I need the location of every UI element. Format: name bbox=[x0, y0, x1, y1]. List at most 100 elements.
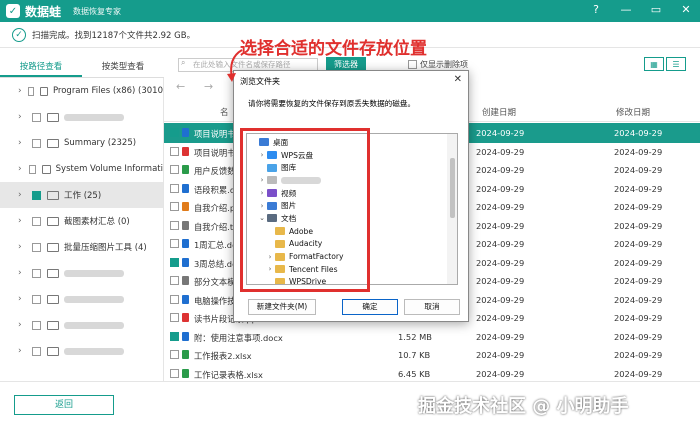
sidebar-item[interactable]: › bbox=[0, 338, 163, 364]
only-deleted-checkbox[interactable] bbox=[408, 60, 417, 69]
dialog-scrollbar[interactable] bbox=[447, 134, 457, 284]
chevron-right-icon[interactable]: › bbox=[18, 138, 28, 148]
sidebar-item[interactable]: › 批量压缩图片工具 (4) bbox=[0, 234, 163, 260]
sidebar-checkbox[interactable] bbox=[32, 320, 41, 330]
row-checkbox[interactable] bbox=[170, 331, 179, 341]
chevron-right-icon[interactable]: › bbox=[18, 320, 28, 330]
row-checkbox[interactable] bbox=[170, 276, 179, 285]
file-modified: 2024-09-29 bbox=[614, 165, 663, 175]
sidebar-item[interactable]: › Program Files (x86) (3010 bbox=[0, 78, 163, 104]
chevron-right-icon[interactable]: › bbox=[18, 216, 28, 226]
sidebar-checkbox[interactable] bbox=[32, 346, 41, 356]
file-icon bbox=[182, 350, 189, 359]
file-name: 部分文本模 bbox=[194, 277, 236, 287]
file-created: 2024-09-29 bbox=[476, 368, 525, 379]
row-checkbox[interactable] bbox=[170, 350, 179, 359]
row-checkbox[interactable] bbox=[170, 294, 179, 304]
forward-arrow-icon[interactable]: → bbox=[204, 80, 213, 93]
only-deleted-label: 仅显示删除项 bbox=[420, 60, 468, 69]
row-checkbox[interactable] bbox=[170, 368, 179, 378]
file-created: 2024-09-29 bbox=[476, 202, 525, 212]
help-icon[interactable]: ? bbox=[588, 3, 604, 16]
dialog-description: 请你将需要恢复的文件保存到原丢失数据的磁盘。 bbox=[248, 99, 416, 108]
sidebar-item[interactable]: › bbox=[0, 312, 163, 338]
file-icon bbox=[182, 128, 189, 137]
maximize-icon[interactable]: ▭ bbox=[648, 3, 664, 16]
folder-icon bbox=[41, 164, 51, 174]
column-created[interactable]: 创建日期 bbox=[482, 106, 516, 118]
app-subtitle: 数据恢复专家 bbox=[73, 6, 122, 16]
sidebar-checkbox[interactable] bbox=[32, 138, 41, 148]
sidebar-checkbox[interactable] bbox=[27, 86, 35, 96]
file-name: 用户反馈数 bbox=[194, 166, 236, 176]
dialog-scrollbar-thumb[interactable] bbox=[450, 158, 455, 218]
back-button[interactable]: 返回 bbox=[14, 395, 114, 415]
row-checkbox[interactable] bbox=[170, 128, 179, 137]
cancel-button[interactable]: 取消 bbox=[404, 299, 460, 315]
chevron-right-icon[interactable]: › bbox=[18, 164, 25, 174]
chevron-right-icon[interactable]: › bbox=[18, 346, 28, 356]
file-name: 3周总结.de bbox=[194, 258, 238, 269]
annotation-arrow-icon bbox=[227, 49, 243, 82]
file-created: 2024-09-29 bbox=[476, 257, 525, 268]
sidebar-item[interactable]: › bbox=[0, 104, 163, 130]
folder-icon bbox=[47, 138, 59, 148]
column-name[interactable]: 名 bbox=[220, 106, 229, 118]
row-checkbox[interactable] bbox=[170, 257, 179, 267]
sidebar-item[interactable]: › bbox=[0, 286, 163, 312]
row-checkbox[interactable] bbox=[170, 183, 179, 193]
search-icon: ⌕ bbox=[181, 58, 186, 67]
sidebar-checkbox[interactable] bbox=[32, 294, 41, 304]
folder-icon bbox=[47, 294, 59, 304]
sidebar-item-label: Program Files (x86) (3010 bbox=[52, 86, 163, 96]
sidebar-checkbox[interactable] bbox=[32, 242, 41, 252]
row-checkbox[interactable] bbox=[170, 146, 179, 156]
column-modified[interactable]: 修改日期 bbox=[616, 106, 650, 118]
file-created: 2024-09-29 bbox=[476, 313, 525, 323]
tab-by-path[interactable]: 按路径查看 bbox=[0, 56, 82, 77]
sidebar-checkbox[interactable] bbox=[32, 112, 41, 122]
sidebar-item[interactable]: › bbox=[0, 260, 163, 286]
chevron-right-icon[interactable]: › bbox=[18, 268, 28, 278]
chevron-right-icon[interactable]: › bbox=[18, 86, 24, 96]
file-created: 2024-09-29 bbox=[476, 350, 525, 360]
table-row[interactable]: 附：使用注意事项.docx 1.52 MB 2024-09-29 2024-09-29 bbox=[164, 327, 700, 347]
row-checkbox[interactable] bbox=[170, 202, 179, 211]
file-name: 项目说明书 bbox=[194, 147, 236, 158]
chevron-right-icon[interactable]: › bbox=[18, 112, 28, 122]
sidebar-checkbox[interactable] bbox=[32, 216, 41, 226]
file-created: 2024-09-29 bbox=[476, 294, 525, 305]
row-checkbox[interactable] bbox=[170, 165, 179, 174]
file-name: 1周汇总.do bbox=[194, 240, 238, 250]
close-icon[interactable]: ✕ bbox=[678, 3, 694, 16]
chevron-right-icon[interactable]: › bbox=[18, 242, 28, 252]
row-checkbox[interactable] bbox=[170, 220, 179, 230]
sidebar-item[interactable]: › 截图素材汇总 (0) bbox=[0, 208, 163, 234]
row-checkbox[interactable] bbox=[170, 313, 179, 322]
row-checkbox[interactable] bbox=[170, 239, 179, 248]
tab-by-type[interactable]: 按类型查看 bbox=[82, 56, 164, 77]
file-icon bbox=[182, 368, 189, 378]
list-view-icon[interactable]: ☰ bbox=[666, 57, 686, 71]
sidebar-checkbox[interactable] bbox=[28, 164, 36, 174]
only-deleted-option[interactable]: 仅显示删除项 bbox=[408, 59, 468, 70]
sidebar-checkbox[interactable] bbox=[32, 268, 41, 278]
sidebar-item[interactable]: › System Volume Informati bbox=[0, 156, 163, 182]
new-folder-button[interactable]: 新建文件夹(M) bbox=[248, 299, 316, 315]
table-row[interactable]: 工作报表2.xlsx 10.7 KB 2024-09-29 2024-09-29 bbox=[164, 345, 700, 365]
file-name: 附：使用注意事项.docx bbox=[194, 332, 283, 343]
chevron-right-icon[interactable]: › bbox=[18, 294, 28, 304]
chevron-right-icon[interactable]: › bbox=[18, 190, 28, 200]
dialog-close-icon[interactable]: ✕ bbox=[454, 74, 462, 85]
grid-view-icon[interactable]: ▦ bbox=[644, 57, 664, 71]
sidebar-item[interactable]: › 工作 (25) bbox=[0, 182, 163, 208]
scan-status-text: 扫描完成。找到12187个文件共2.92 GB。 bbox=[32, 30, 196, 41]
sidebar-checkbox[interactable] bbox=[32, 190, 41, 200]
back-arrow-icon[interactable]: ← bbox=[176, 80, 185, 93]
ok-button[interactable]: 确定 bbox=[342, 299, 398, 315]
file-modified: 2024-09-29 bbox=[614, 239, 663, 249]
file-name: 自我介绍.p bbox=[194, 203, 236, 213]
sidebar-item[interactable]: › Summary (2325) bbox=[0, 130, 163, 156]
file-modified: 2024-09-29 bbox=[614, 183, 663, 194]
minimize-icon[interactable]: — bbox=[618, 3, 634, 16]
